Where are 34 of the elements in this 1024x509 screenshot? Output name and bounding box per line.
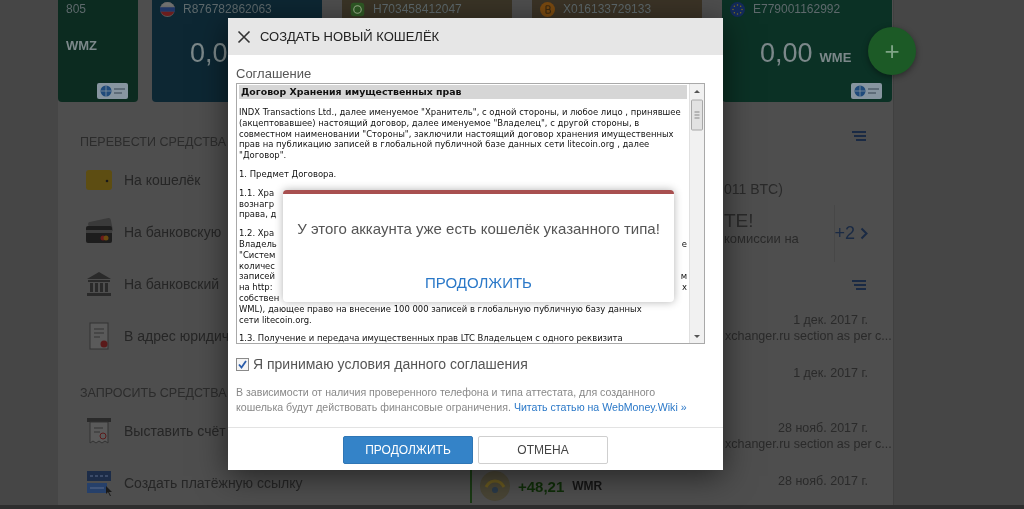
agreement-text-fragment: "Систем xyxy=(239,249,276,261)
agreement-paragraph: INDX Transactions Ltd., далее именуемое "Хранитель", с одной стороны, и любое лицо , принявшее (акцептовавшее) настоящий договор, далее именуемое "Владелец", с другой стороны, в совместном наименовании "Стороны", заключили настоящий договор хранения имущественных прав на публикацию записей в глобальной публичной базе данных сети litecoin.org , далее "Договор". xyxy=(239,107,682,161)
agreement-text-fragment: 1.1. Хра xyxy=(239,187,275,199)
agreement-paragraph: 1.3. Получение и передача имущественных прав LTC Владельцем с одного реквизита xyxy=(239,333,624,343)
agreement-text-fragment: х xyxy=(682,282,687,293)
currency-code: WMZ xyxy=(66,38,98,53)
agreement-text-fragment: м xyxy=(680,271,687,283)
agreement-text-fragment: записей xyxy=(239,271,275,283)
agreement-text-fragment: количес xyxy=(239,260,275,272)
agreement-text-fragment: WML), дающее право на внесение 100 000 записей в глобальную публичную базу данных xyxy=(239,303,642,315)
transaction-amount: +48,21 xyxy=(518,477,565,495)
agreement-text-fragment: на http: xyxy=(239,282,273,293)
limits-note: В зависимости от наличия проверенного телефона и типа аттестата, для созданного кошелька будут действовать финансовые ограничения. Читать статью на WebMoney.Wiki » xyxy=(236,385,688,415)
currency-code: WME xyxy=(819,50,852,65)
agreement-text-fragment: собствен xyxy=(239,292,280,304)
agreement-text-fragment: Владель xyxy=(239,238,277,250)
agreement-text-fragment: 1.2. Хра xyxy=(239,228,275,239)
agreement-text-fragment: сети litecoin.org. xyxy=(239,314,312,326)
dialog-title: СОЗДАТЬ НОВЫЙ КОШЕЛЁК xyxy=(260,29,440,44)
agreement-text-fragment: права, д xyxy=(239,209,277,221)
wallet-balance: 0,0 xyxy=(190,38,228,69)
agreement-heading: Договор Хранения имущественных прав xyxy=(239,85,687,99)
wallet-number: X016133729133 xyxy=(563,2,652,16)
wallet-number: R876782862063 xyxy=(183,2,272,16)
wallet-number: H703458412047 xyxy=(373,2,462,16)
agreement-paragraph: 1. Предмет Договора. xyxy=(239,169,338,180)
agreement-label: Соглашение xyxy=(236,66,313,81)
wallet-number: E779001162992 xyxy=(753,2,841,16)
alert-message: У этого аккаунта уже есть кошелёк указанного типа! xyxy=(297,220,660,238)
wallet-number: 805 xyxy=(66,2,87,16)
accept-terms-label: Я принимаю условия данного соглашения xyxy=(253,356,528,372)
wallet-balance: 0,00 xyxy=(760,38,813,69)
agreement-text-fragment: вознагр xyxy=(239,198,275,210)
agreement-text-fragment: е xyxy=(681,238,687,250)
